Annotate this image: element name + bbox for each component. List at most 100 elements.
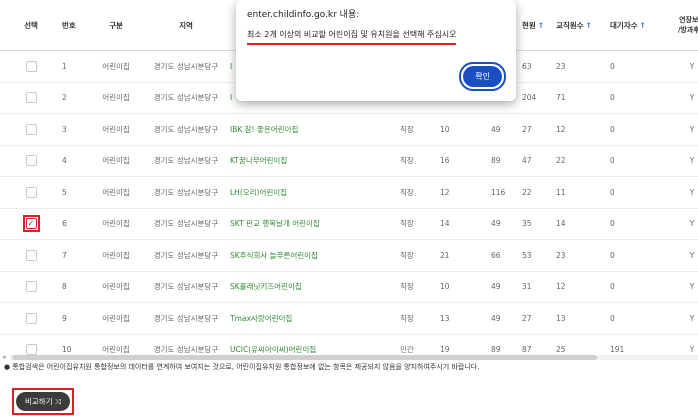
facility-name-link[interactable]: SKT 판교 행복날개 어린이집 — [230, 208, 400, 240]
row-number: 9 — [62, 302, 90, 335]
teacher-count: 25 — [556, 334, 610, 355]
row-checkbox[interactable] — [25, 92, 37, 104]
extended-care: Y — [664, 50, 698, 83]
waiting-count: 0 — [610, 82, 664, 114]
capacity-value: 13 — [440, 302, 491, 335]
facility-type: 어린이집 — [90, 113, 142, 146]
row-checkbox[interactable] — [25, 155, 37, 167]
facility-type: 어린이집 — [90, 239, 142, 272]
row-number: 7 — [62, 239, 90, 272]
facility-kind: 직장 — [400, 302, 440, 335]
facility-type: 어린이집 — [90, 334, 142, 355]
dialog-ok-button[interactable]: 확인 — [463, 66, 502, 87]
sort-arrow-up-icon[interactable]: ↑ — [538, 21, 544, 30]
table-row: 10 어린이집 경기도 성남시분당구 UCIC(유씨아이씨)어린이집 민간 19 89 87 2… — [0, 334, 698, 355]
teacher-count: 13 — [556, 302, 610, 335]
dialog-ok-focus-ring: 확인 — [459, 62, 506, 91]
table-row: 3 어린이집 경기도 성남시분당구 IBK 참! 좋은어린이집 직장 10 49 27 12 0 Y — [0, 113, 698, 146]
header-present[interactable]: 현원 ↑ — [522, 0, 556, 51]
total-value: 66 — [491, 239, 522, 272]
facility-kind: 직장 — [400, 208, 440, 240]
facility-kind: 민간 — [400, 334, 440, 355]
scroll-left-icon[interactable]: ◂ — [2, 353, 6, 361]
header-extended: 연장보육/방과후운 — [664, 0, 698, 51]
row-checkbox[interactable]: ✓ — [25, 218, 37, 230]
teacher-count: 11 — [556, 176, 610, 209]
teacher-count: 71 — [556, 82, 610, 114]
select-cell — [0, 302, 62, 335]
dialog-message: 최소 2개 이상의 비교할 어린이집 및 유치원을 선택해 주십시오 — [247, 29, 457, 45]
row-number: 3 — [62, 113, 90, 146]
row-number: 5 — [62, 176, 90, 209]
facility-kind: 직장 — [400, 239, 440, 272]
compare-button-highlight: 비교하기 ⤨ — [12, 388, 74, 415]
scrollbar-thumb[interactable] — [12, 355, 597, 360]
extended-care: Y — [664, 113, 698, 146]
facility-kind: 직장 — [400, 176, 440, 209]
facility-name-link[interactable]: LH(오리)어린이집 — [230, 176, 400, 209]
row-number: 8 — [62, 271, 90, 303]
capacity-value: 19 — [440, 334, 491, 355]
facility-name-link[interactable]: SK플래닛키즈어린이집 — [230, 271, 400, 303]
compare-button[interactable]: 비교하기 ⤨ — [16, 392, 70, 411]
facility-type: 어린이집 — [90, 176, 142, 209]
present-count: 63 — [522, 50, 556, 83]
capacity-value: 10 — [440, 271, 491, 303]
present-count: 204 — [522, 82, 556, 114]
select-cell — [0, 50, 62, 83]
select-cell — [0, 271, 62, 303]
waiting-count: 191 — [610, 334, 664, 355]
row-checkbox[interactable] — [25, 186, 37, 198]
total-value: 89 — [491, 145, 522, 177]
present-count: 87 — [522, 334, 556, 355]
table-row: 5 어린이집 경기도 성남시분당구 LH(오리)어린이집 직장 12 116 22 11 0 Y — [0, 176, 698, 209]
facility-type: 어린이집 — [90, 145, 142, 177]
region: 경기도 성남시분당구 — [142, 145, 230, 177]
select-cell — [0, 334, 62, 355]
facility-name-link[interactable]: Tmax사랑어린이집 — [230, 302, 400, 335]
sort-arrow-up-icon[interactable]: ↑ — [640, 21, 646, 30]
alert-dialog: enter.childinfo.go.kr 내용: 최소 2개 이상의 비교할 … — [236, 0, 516, 101]
facility-name-link[interactable]: SK주식회사 늘푸른어린이집 — [230, 239, 400, 272]
region: 경기도 성남시분당구 — [142, 302, 230, 335]
extended-care: Y — [664, 302, 698, 335]
header-no: 번호 — [62, 0, 90, 51]
select-cell — [0, 145, 62, 177]
select-cell — [0, 82, 62, 114]
horizontal-scrollbar[interactable]: ◂ — [0, 353, 698, 361]
facility-name-link[interactable]: UCIC(유씨아이씨)어린이집 — [230, 334, 400, 355]
row-checkbox[interactable] — [25, 312, 37, 324]
region: 경기도 성남시분당구 — [142, 113, 230, 146]
header-type: 구분 — [90, 0, 142, 51]
waiting-count: 0 — [610, 50, 664, 83]
facility-kind: 직장 — [400, 271, 440, 303]
extended-care: Y — [664, 239, 698, 272]
row-checkbox[interactable] — [25, 281, 37, 293]
row-checkbox[interactable] — [25, 60, 37, 72]
capacity-value: 12 — [440, 176, 491, 209]
row-number: 4 — [62, 145, 90, 177]
row-number: 2 — [62, 82, 90, 114]
facility-type: 어린이집 — [90, 50, 142, 83]
sort-arrow-up-icon[interactable]: ↑ — [586, 21, 592, 30]
extended-care: Y — [664, 208, 698, 240]
table-row: ✓ 6 어린이집 경기도 성남시분당구 SKT 판교 행복날개 어린이집 직장 14 49 35… — [0, 208, 698, 240]
present-count: 27 — [522, 302, 556, 335]
dialog-title: enter.childinfo.go.kr 내용: — [247, 10, 360, 20]
header-waiting[interactable]: 대기자수 ↑ — [610, 0, 664, 51]
extended-care: Y — [664, 82, 698, 114]
teacher-count: 23 — [556, 50, 610, 83]
facility-type: 어린이집 — [90, 208, 142, 240]
facility-name-link[interactable]: KT꿈나무어린이집 — [230, 145, 400, 177]
region: 경기도 성남시분당구 — [142, 50, 230, 83]
row-checkbox[interactable] — [25, 123, 37, 135]
present-count: 47 — [522, 145, 556, 177]
table-row: 8 어린이집 경기도 성남시분당구 SK플래닛키즈어린이집 직장 10 49 31 12 0 Y — [0, 271, 698, 303]
teacher-count: 22 — [556, 145, 610, 177]
row-checkbox[interactable] — [25, 249, 37, 261]
extended-care: Y — [664, 334, 698, 355]
facility-name-link[interactable]: IBK 참! 좋은어린이집 — [230, 113, 400, 146]
total-value: 49 — [491, 113, 522, 146]
table-row: 7 어린이집 경기도 성남시분당구 SK주식회사 늘푸른어린이집 직장 21 66 53 23 0… — [0, 239, 698, 272]
header-teachers[interactable]: 교직원수 ↑ — [556, 0, 610, 51]
